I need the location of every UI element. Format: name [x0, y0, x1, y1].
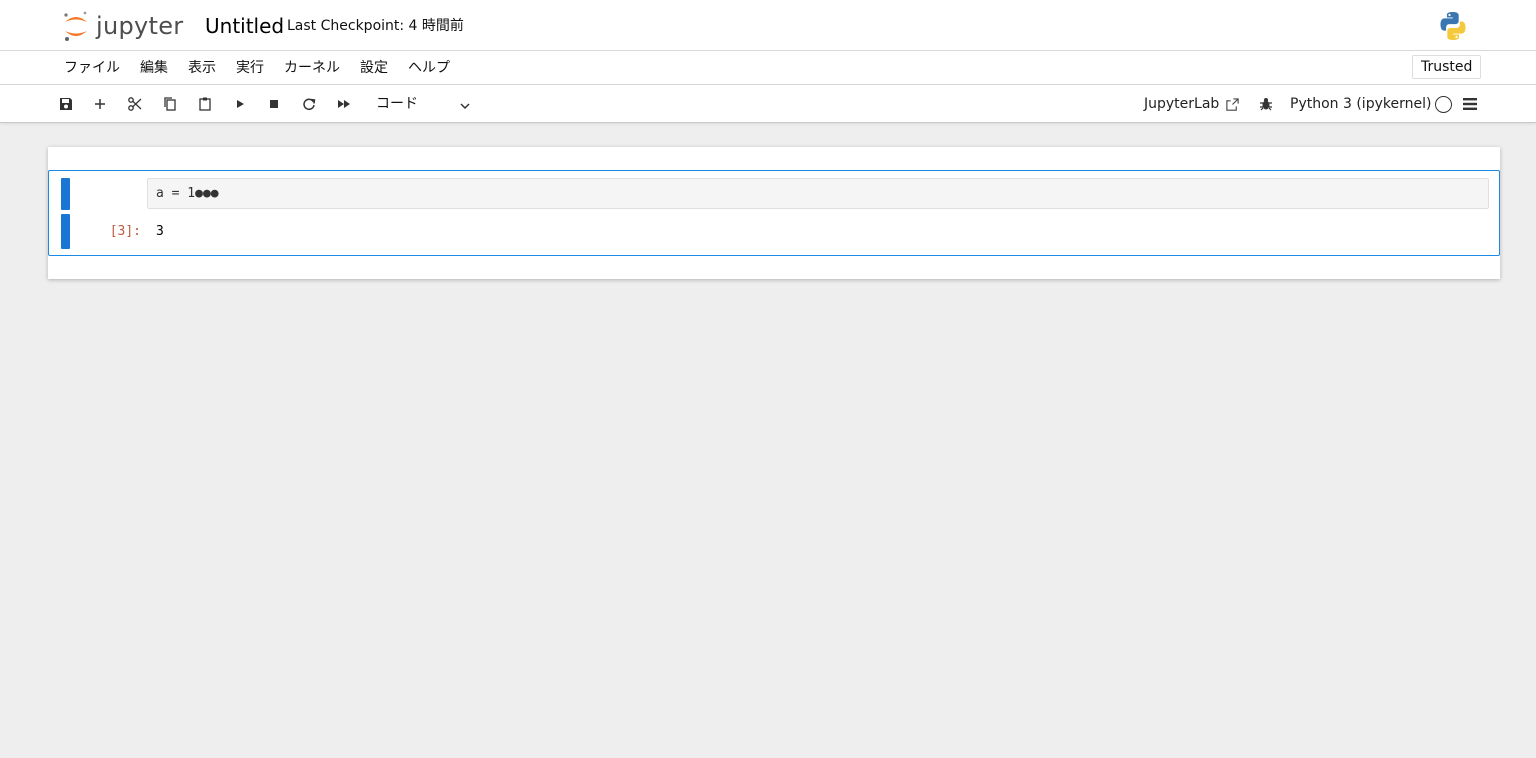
output-collapser[interactable] — [61, 214, 70, 249]
cell-type-value: コード — [376, 96, 418, 112]
bug-icon[interactable] — [1258, 96, 1274, 112]
jupyter-logo-text: jupyter — [96, 12, 184, 40]
last-checkpoint: Last Checkpoint: 4 時間前 — [287, 18, 464, 34]
menu-run[interactable]: 実行 — [236, 58, 264, 78]
paste-button[interactable] — [195, 93, 215, 115]
output-prompt: [3]: — [109, 224, 141, 239]
add-cell-button[interactable] — [90, 93, 110, 115]
save-icon — [60, 98, 72, 110]
fast-forward-icon — [338, 100, 350, 108]
external-link-icon — [1226, 97, 1239, 111]
menubar: ファイル 編集 表示 実行 カーネル 設定 ヘルプ Trusted — [0, 51, 1536, 85]
open-in-jupyterlab-link[interactable]: JupyterLab — [1144, 94, 1240, 114]
code-cell[interactable]: a = 1●●● [3]: 3 — [48, 170, 1500, 256]
jupyterlab-label: JupyterLab — [1144, 96, 1220, 112]
notebook-toolbar: コード JupyterLab Python 3 (ipykernel) — [0, 85, 1536, 123]
cut-button[interactable] — [125, 93, 145, 115]
trusted-indicator[interactable]: Trusted — [1412, 55, 1482, 79]
menu-items: ファイル 編集 表示 実行 カーネル 設定 ヘルプ — [64, 58, 470, 78]
menu-edit[interactable]: 編集 — [140, 58, 168, 78]
chevron-down-icon — [460, 103, 470, 110]
menu-icon[interactable] — [1462, 96, 1478, 112]
python-logo-icon — [1440, 12, 1466, 40]
menu-file[interactable]: ファイル — [64, 58, 120, 78]
cell-type-select[interactable]: コード — [372, 91, 480, 117]
notebook-header: jupyter Untitled Last Checkpoint: 4 時間前 — [0, 0, 1536, 51]
jupyter-logo-icon — [64, 11, 87, 41]
run-icon — [237, 100, 244, 108]
restart-icon — [303, 98, 316, 111]
run-button[interactable] — [230, 93, 250, 115]
kernel-name[interactable]: Python 3 (ipykernel) — [1290, 94, 1431, 114]
menu-kernel[interactable]: カーネル — [284, 58, 340, 78]
input-collapser[interactable] — [61, 178, 70, 210]
cut-icon — [128, 97, 142, 111]
save-button[interactable] — [56, 93, 76, 115]
menu-view[interactable]: 表示 — [188, 58, 216, 78]
copy-button[interactable] — [160, 93, 180, 115]
paste-icon — [199, 97, 211, 111]
interrupt-button[interactable] — [264, 93, 284, 115]
kernel-idle-icon — [1435, 96, 1452, 113]
copy-icon — [164, 97, 176, 111]
notebook-panel: a = 1●●● [3]: 3 — [48, 147, 1500, 279]
jupyter-logo[interactable]: jupyter — [62, 8, 183, 44]
restart-run-all-button[interactable] — [334, 93, 354, 115]
restart-button[interactable] — [299, 93, 319, 115]
stop-icon — [270, 100, 278, 108]
input-prompt — [79, 178, 139, 209]
menu-settings[interactable]: 設定 — [360, 58, 388, 78]
cell-output: 3 — [156, 224, 164, 239]
add-icon — [95, 99, 105, 109]
menu-help[interactable]: ヘルプ — [408, 58, 450, 78]
notebook-title[interactable]: Untitled — [205, 13, 284, 39]
code-editor[interactable]: a = 1●●● — [147, 178, 1489, 209]
